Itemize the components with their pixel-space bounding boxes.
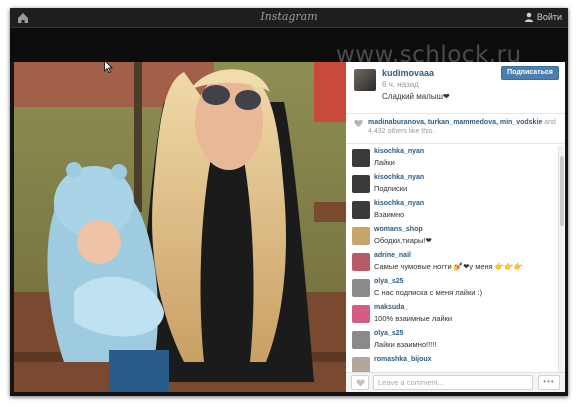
instagram-logo[interactable]: Instagram <box>10 10 568 23</box>
comment-text: Лайки взаимно!!!!! <box>374 340 437 349</box>
comment-text: Самые чумовые ногти 💅❤у меня 👉👉👉 <box>374 262 523 271</box>
browser-frame: Instagram Войти www.schlock.ru kudimovaa… <box>10 8 568 396</box>
commenter-username[interactable]: kisochka_nyan <box>374 148 424 155</box>
comment-text: Ободки,тиары!❤ <box>374 236 432 245</box>
follow-button[interactable]: Подписаться <box>501 66 559 80</box>
likes-usernames[interactable]: madinaburanova, turkan_mammedova, min_vo… <box>368 119 542 126</box>
top-navigation-bar: Instagram Войти <box>10 8 568 28</box>
commenter-username[interactable]: romashka_bijoux <box>374 356 432 363</box>
comment-text: Подписки <box>374 184 408 193</box>
comment-item: kisochka_nyan Лайки <box>346 146 558 172</box>
commenter-avatar[interactable] <box>352 357 370 372</box>
comment-input[interactable] <box>373 375 533 390</box>
comment-text: 100% взаимные лайки <box>374 314 453 323</box>
comment-text: Взаимно <box>374 210 405 219</box>
user-icon <box>524 12 534 22</box>
login-link[interactable]: Войти <box>524 12 562 22</box>
comments-scrollbar[interactable] <box>558 146 564 372</box>
commenter-username[interactable]: maksuda_ <box>374 304 408 311</box>
commenter-username[interactable]: kisochka_nyan <box>374 200 424 207</box>
post-timestamp: 6 ч. назад <box>382 80 419 89</box>
likes-summary: madinaburanova, turkan_mammedova, min_vo… <box>346 114 565 144</box>
like-button[interactable] <box>351 375 369 390</box>
commenter-username[interactable]: kisochka_nyan <box>374 174 424 181</box>
login-label: Войти <box>536 12 562 22</box>
comment-item: olya_s25 С нас подписка с меня лайки :) <box>346 276 558 302</box>
photo-illustration <box>14 62 346 392</box>
comment-text: Лайки <box>374 158 395 167</box>
commenter-avatar[interactable] <box>352 201 370 219</box>
comment-list[interactable]: kisochka_nyan Лайки kisochka_nyan Подпис… <box>346 146 558 372</box>
commenter-avatar[interactable] <box>352 149 370 167</box>
commenter-avatar[interactable] <box>352 331 370 349</box>
comment-item: kisochka_nyan Подписки <box>346 172 558 198</box>
comment-footer: ••• <box>346 372 565 392</box>
comment-item: romashka_bijoux <box>346 354 558 372</box>
commenter-username[interactable]: olya_s25 <box>374 278 404 285</box>
post-sidebar: kudimovaaa 6 ч. назад Сладкий малыш❤ Под… <box>346 62 565 392</box>
commenter-username[interactable]: olya_s25 <box>374 330 404 337</box>
comment-item: olya_s25 Лайки взаимно!!!!! <box>346 328 558 354</box>
owner-avatar[interactable] <box>354 69 376 91</box>
commenter-avatar[interactable] <box>352 253 370 271</box>
comment-text: С нас подписка с меня лайки :) <box>374 288 483 297</box>
commenter-avatar[interactable] <box>352 227 370 245</box>
commenter-avatar[interactable] <box>352 175 370 193</box>
heart-outline-icon <box>356 379 365 387</box>
comment-item: maksuda_ 100% взаимные лайки <box>346 302 558 328</box>
scrollbar-thumb[interactable] <box>560 156 564 226</box>
commenter-username[interactable]: adrine_nail <box>374 252 411 259</box>
heart-icon <box>354 119 363 128</box>
commenter-username[interactable]: womans_shop <box>374 226 423 233</box>
more-options-button[interactable]: ••• <box>538 375 560 390</box>
comment-item: kisochka_nyan Взаимно <box>346 198 558 224</box>
commenter-avatar[interactable] <box>352 305 370 323</box>
post-caption: Сладкий малыш❤ <box>382 92 450 101</box>
comment-item: womans_shop Ободки,тиары!❤ <box>346 224 558 250</box>
owner-username[interactable]: kudimovaaa <box>382 68 434 78</box>
post-header: kudimovaaa 6 ч. назад Сладкий малыш❤ Под… <box>346 62 565 114</box>
commenter-avatar[interactable] <box>352 279 370 297</box>
mouse-cursor-icon <box>104 60 113 73</box>
likes-text: madinaburanova, turkan_mammedova, min_vo… <box>368 118 560 136</box>
post-photo[interactable] <box>14 62 346 392</box>
comment-item: adrine_nail Самые чумовые ногти 💅❤у меня… <box>346 250 558 276</box>
